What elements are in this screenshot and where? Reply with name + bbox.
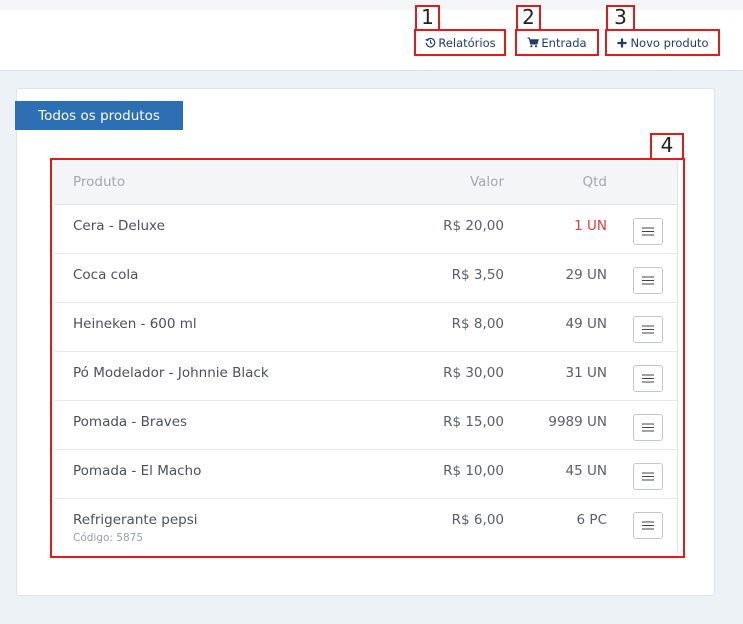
table-row: Coca cola R$ 3,50 29 UN: [54, 254, 677, 303]
product-qty: 45 UN: [565, 463, 607, 479]
new-product-button[interactable]: Novo produto: [605, 29, 720, 56]
menu-icon: [642, 423, 654, 432]
table-row: Pomada - El Macho R$ 10,00 45 UN: [54, 450, 677, 499]
entry-button-label: Entrada: [541, 35, 587, 50]
product-name: Pomada - El Macho: [73, 463, 202, 479]
card-title: Todos os produtos: [15, 101, 183, 130]
product-value: R$ 30,00: [443, 365, 504, 381]
products-table: Produto Valor Qtd Cera - Deluxe R$ 20,00…: [54, 161, 678, 554]
product-qty: 29 UN: [565, 267, 607, 283]
product-name: Pó Modelador - Johnnie Black: [73, 365, 269, 381]
product-qty: 9989 UN: [548, 414, 607, 430]
annotation-marker-1: 1: [415, 5, 440, 30]
product-value: R$ 15,00: [443, 414, 504, 430]
menu-icon: [642, 325, 654, 334]
product-value: R$ 20,00: [443, 218, 504, 234]
history-icon: [424, 37, 436, 49]
table-row: Pó Modelador - Johnnie Black R$ 30,00 31…: [54, 352, 677, 401]
product-name: Coca cola: [73, 267, 139, 283]
column-header-valor: Valor: [469, 174, 504, 190]
table-row: Pomada - Braves R$ 15,00 9989 UN: [54, 401, 677, 450]
reports-button[interactable]: Relatórios: [414, 29, 506, 56]
product-value: R$ 3,50: [451, 267, 504, 283]
new-product-button-label: Novo produto: [630, 35, 709, 50]
annotation-marker-4: 4: [650, 133, 684, 159]
table-header: Produto Valor Qtd: [54, 161, 677, 205]
product-qty: 49 UN: [565, 316, 607, 332]
row-menu-button[interactable]: [633, 267, 663, 294]
table-row: Cera - Deluxe R$ 20,00 1 UN: [54, 205, 677, 254]
row-menu-button[interactable]: [633, 414, 663, 441]
row-menu-button[interactable]: [633, 365, 663, 392]
product-name: Heineken - 600 ml: [73, 316, 197, 332]
menu-icon: [642, 521, 654, 530]
product-value: R$ 6,00: [451, 512, 504, 528]
product-qty: 6 PC: [576, 512, 607, 528]
row-menu-button[interactable]: [633, 316, 663, 343]
column-header-qtd: Qtd: [582, 174, 608, 190]
product-code: Código: 5875: [73, 532, 144, 544]
row-menu-button[interactable]: [633, 512, 663, 539]
table-row: Refrigerante pepsi Código: 5875 R$ 6,00 …: [54, 499, 677, 554]
menu-icon: [642, 472, 654, 481]
menu-icon: [642, 276, 654, 285]
column-header-produto: Produto: [73, 174, 126, 190]
product-qty: 31 UN: [565, 365, 607, 381]
product-name: Refrigerante pepsi: [73, 512, 198, 528]
product-value: R$ 10,00: [443, 463, 504, 479]
reports-button-label: Relatórios: [438, 35, 496, 50]
product-name: Pomada - Braves: [73, 414, 188, 430]
cart-icon: [527, 37, 540, 49]
product-name: Cera - Deluxe: [73, 218, 165, 234]
row-menu-button[interactable]: [633, 218, 663, 245]
menu-icon: [642, 227, 654, 236]
plus-icon: [616, 37, 628, 49]
entry-button[interactable]: Entrada: [515, 29, 599, 56]
annotation-marker-2: 2: [516, 5, 541, 30]
menu-icon: [642, 374, 654, 383]
annotation-marker-3: 3: [606, 5, 635, 30]
product-value: R$ 8,00: [451, 316, 504, 332]
row-menu-button[interactable]: [633, 463, 663, 490]
table-row: Heineken - 600 ml R$ 8,00 49 UN: [54, 303, 677, 352]
product-qty: 1 UN: [574, 218, 607, 234]
